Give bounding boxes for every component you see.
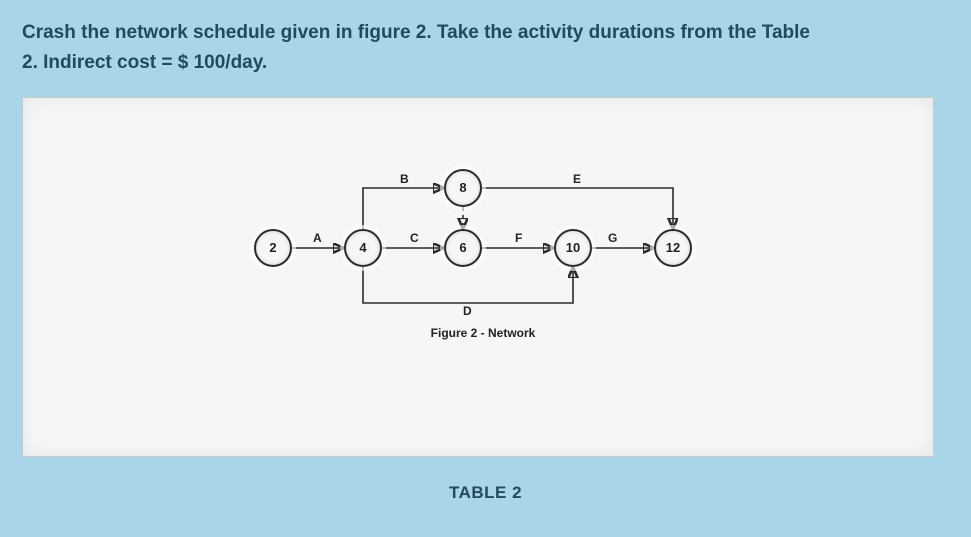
node-4-label: 4: [359, 240, 366, 255]
figure-panel: 2 4 6 8 10 12 A B C D E F G Figure 2 - N…: [22, 97, 934, 457]
node-2-label: 2: [269, 240, 276, 255]
edge-label-g: G: [606, 231, 619, 245]
node-10-label: 10: [566, 240, 580, 255]
node-8-label: 8: [459, 180, 466, 195]
node-4: 4: [344, 229, 382, 267]
edge-label-f: F: [513, 231, 524, 245]
node-8: 8: [444, 169, 482, 207]
edge-label-b: B: [398, 172, 411, 186]
node-12: 12: [654, 229, 692, 267]
node-2: 2: [254, 229, 292, 267]
edge-label-d: D: [461, 304, 474, 318]
question-text: Crash the network schedule given in figu…: [22, 18, 949, 79]
node-10: 10: [554, 229, 592, 267]
table-label: TABLE 2: [22, 483, 949, 503]
question-line-2: 2. Indirect cost = $ 100/day.: [22, 52, 267, 73]
question-line-1: Crash the network schedule given in figu…: [22, 22, 810, 43]
edge-label-a: A: [311, 231, 324, 245]
network-edges: [253, 148, 713, 348]
edge-label-c: C: [408, 231, 421, 245]
network-diagram: 2 4 6 8 10 12 A B C D E F G Figure 2 - N…: [253, 148, 713, 348]
node-12-label: 12: [666, 240, 680, 255]
node-6: 6: [444, 229, 482, 267]
node-6-label: 6: [459, 240, 466, 255]
page: Crash the network schedule given in figu…: [0, 0, 971, 503]
edge-label-e: E: [571, 172, 583, 186]
